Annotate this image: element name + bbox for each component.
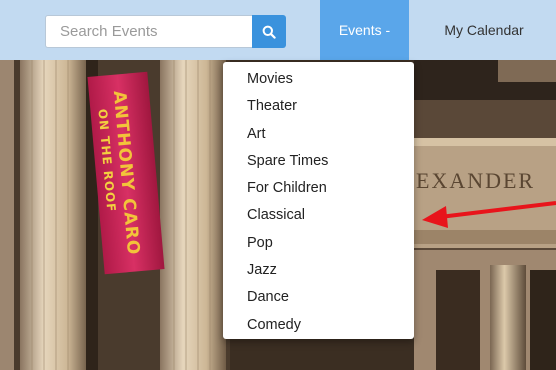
nav-events-dropdown-toggle[interactable]: Events - bbox=[320, 0, 409, 60]
facade-inscription: EXANDER bbox=[416, 168, 535, 193]
search-button[interactable] bbox=[252, 15, 286, 48]
dropdown-item-spare-times[interactable]: Spare Times bbox=[223, 148, 414, 175]
dropdown-item-for-children[interactable]: For Children bbox=[223, 175, 414, 202]
nav-my-calendar-label: My Calendar bbox=[444, 22, 524, 38]
top-navbar: Events - My Calendar bbox=[0, 0, 556, 60]
search-icon bbox=[262, 25, 276, 39]
dropdown-item-art[interactable]: Art bbox=[223, 121, 414, 148]
dropdown-item-comedy[interactable]: Comedy bbox=[223, 312, 414, 339]
search-input[interactable] bbox=[45, 15, 252, 48]
dropdown-item-theater[interactable]: Theater bbox=[223, 93, 414, 120]
nav-my-calendar[interactable]: My Calendar bbox=[414, 0, 554, 60]
nav-events-label: Events - bbox=[338, 22, 391, 38]
events-dropdown-menu: Movies Theater Art Spare Times For Child… bbox=[223, 62, 414, 339]
dropdown-item-classical[interactable]: Classical bbox=[223, 202, 414, 229]
dropdown-item-movies[interactable]: Movies bbox=[223, 66, 414, 93]
dropdown-item-jazz[interactable]: Jazz bbox=[223, 257, 414, 284]
dropdown-item-pop[interactable]: Pop bbox=[223, 230, 414, 257]
dropdown-item-dance[interactable]: Dance bbox=[223, 284, 414, 311]
